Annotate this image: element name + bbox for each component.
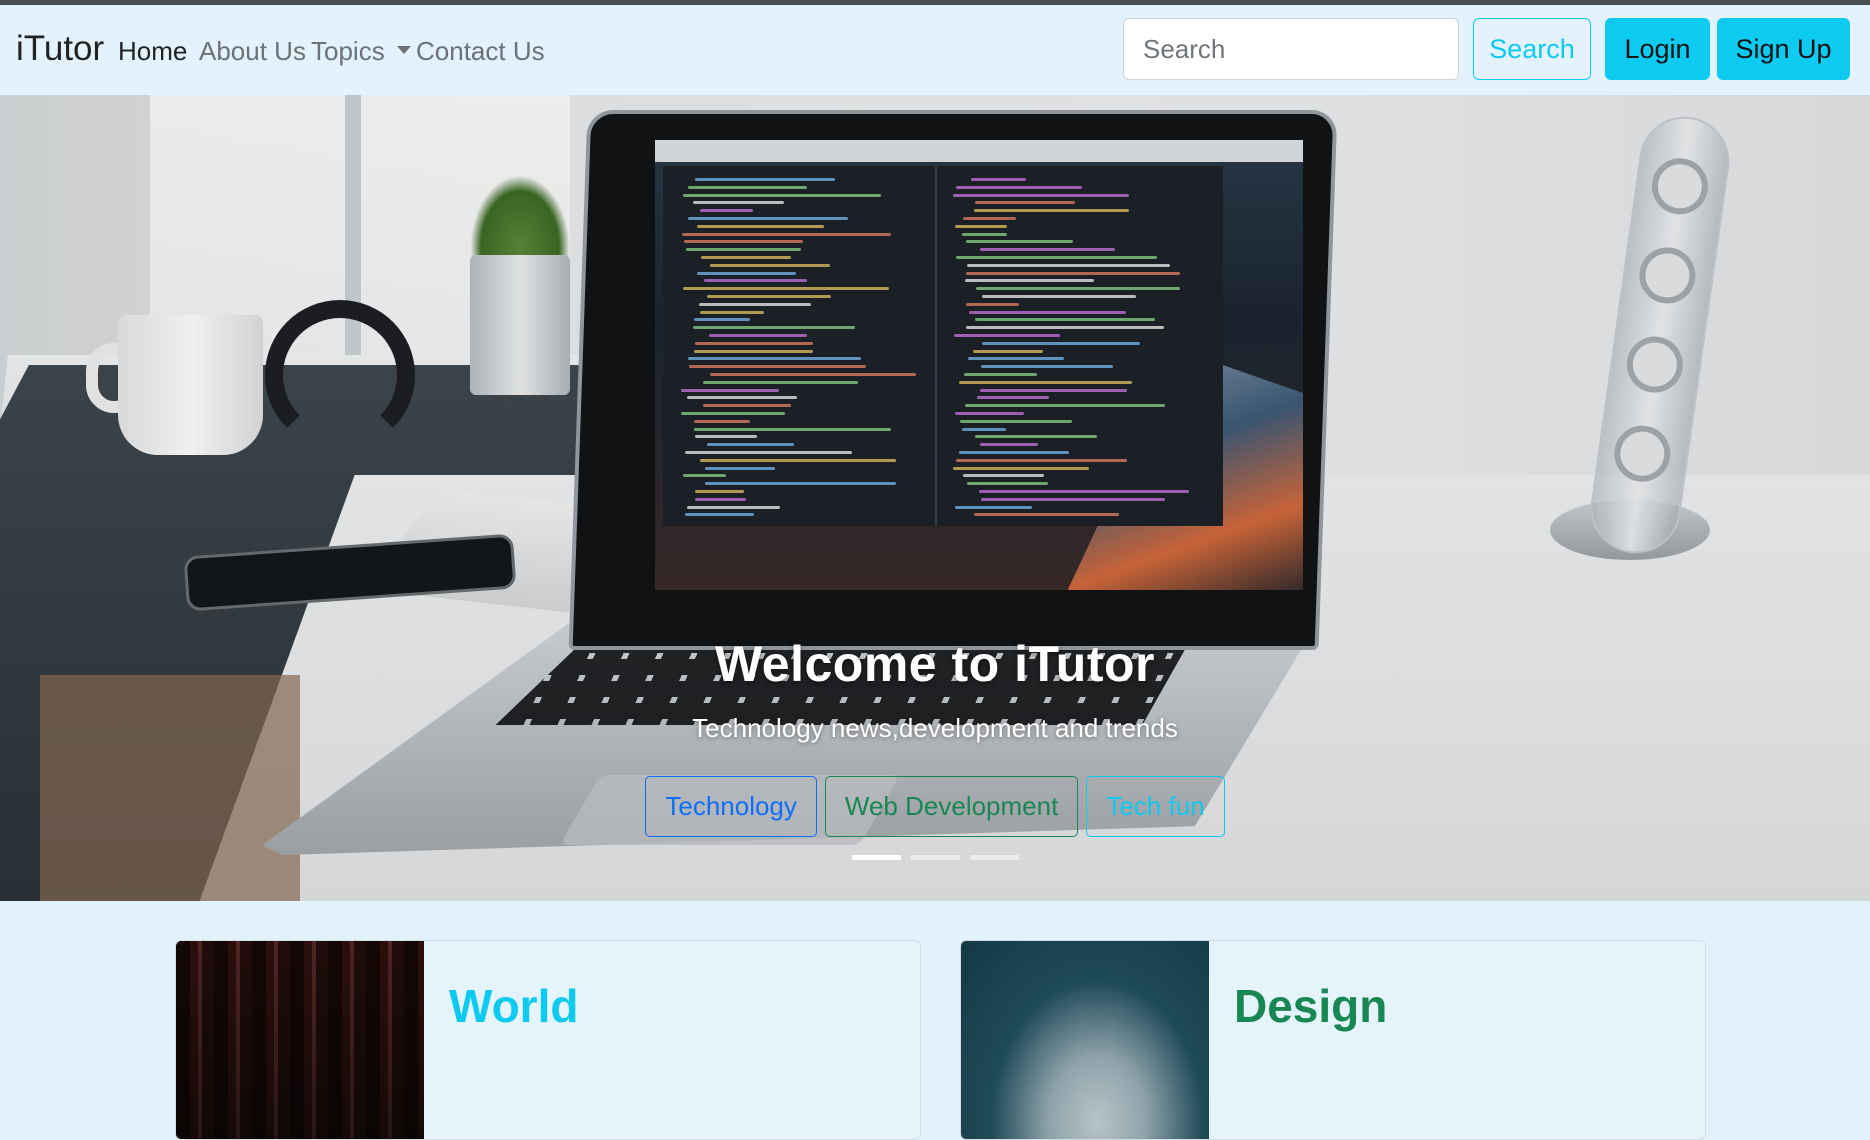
carousel-indicator-2[interactable] (910, 855, 960, 860)
navbar: iTutor Home About Us Topics Contact Us S… (0, 5, 1870, 95)
nav-contact-us[interactable]: Contact Us (416, 36, 545, 67)
nav-home[interactable]: Home (118, 36, 187, 67)
carousel-indicators (0, 855, 1870, 860)
hero-topic-buttons: Technology Web Development Tech fun (0, 776, 1870, 837)
nav-topics-label: Topics (311, 36, 385, 66)
hero-title: Welcome to iTutor (715, 636, 1155, 692)
signup-button[interactable]: Sign Up (1717, 18, 1850, 80)
search-button[interactable]: Search (1473, 18, 1591, 80)
card-world-title: World (449, 980, 579, 1032)
card-world-image (176, 941, 424, 1139)
hero-subtitle: Technology news,development and trends (692, 713, 1178, 743)
nav-about-us[interactable]: About Us (199, 36, 306, 67)
nav-topics-dropdown[interactable]: Topics (311, 36, 411, 67)
login-button[interactable]: Login (1605, 18, 1710, 80)
technology-button[interactable]: Technology (645, 776, 817, 837)
hero-caption: Welcome to iTutor Technology news,develo… (0, 635, 1870, 744)
chevron-down-icon (396, 46, 411, 54)
hero-carousel: Welcome to iTutor Technology news,develo… (0, 95, 1870, 901)
card-design-image (961, 941, 1209, 1139)
carousel-indicator-1[interactable] (851, 855, 901, 860)
brand-logo[interactable]: iTutor (16, 29, 104, 69)
card-world[interactable]: World (175, 940, 921, 1140)
card-design-title: Design (1234, 980, 1388, 1032)
web-development-button[interactable]: Web Development (824, 776, 1079, 837)
tech-fun-button[interactable]: Tech fun (1086, 776, 1225, 837)
card-design[interactable]: Design (960, 940, 1706, 1140)
carousel-indicator-3[interactable] (969, 855, 1019, 860)
search-input[interactable] (1123, 18, 1459, 80)
